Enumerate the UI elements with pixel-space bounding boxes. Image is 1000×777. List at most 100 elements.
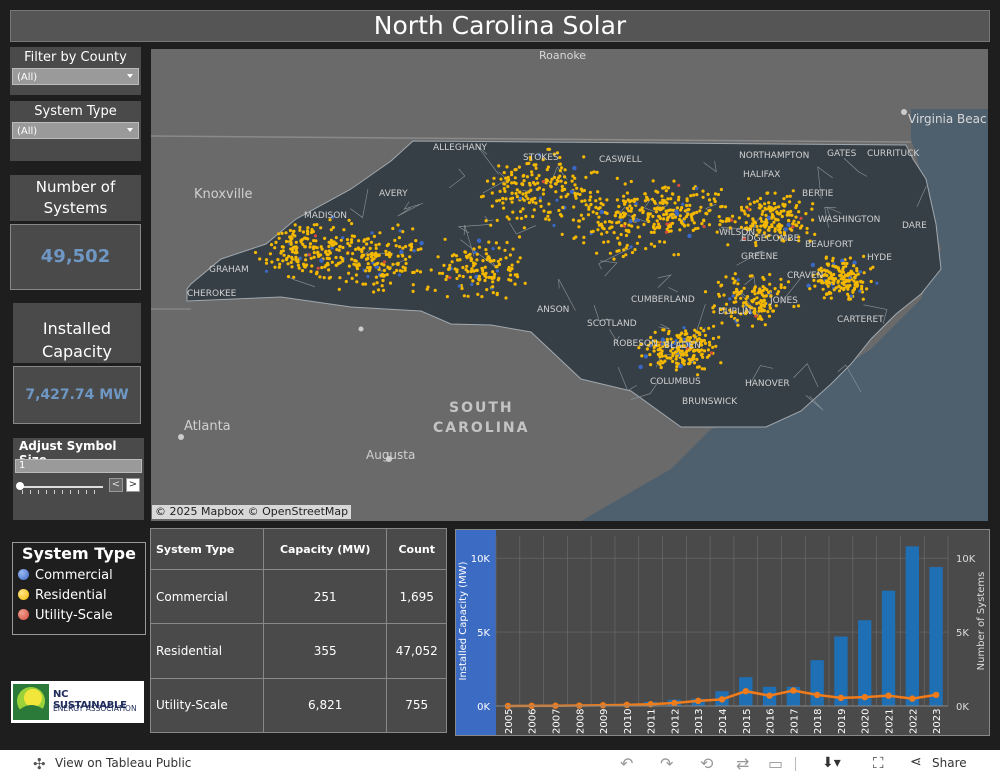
county-label: MADISON [304,211,348,221]
capacity-kpi-label-line1: Installed [42,319,112,338]
share-icon[interactable]: ⋖ [910,754,922,770]
solar-point [709,351,714,355]
solar-point [847,273,851,277]
symbol-size-slider-handle[interactable] [16,482,24,490]
solar-point [541,188,546,192]
map-canvas[interactable] [151,49,988,521]
solar-point [720,283,724,287]
solar-point [492,258,496,263]
solar-point [506,175,510,179]
symbol-size-slider-track[interactable] [19,486,103,488]
systems-kpi-label: Number of Systems [10,175,141,221]
slider-decrement-button[interactable]: < [109,478,123,492]
solar-point [560,232,564,236]
x-tick-label: 2015 [742,709,753,734]
solar-point [392,271,396,275]
solar-point [369,240,374,244]
county-select[interactable]: (All) [12,68,139,85]
slider-increment-button[interactable]: > [126,478,140,492]
solar-point [401,246,405,250]
solar-point [599,201,603,205]
solar-point [862,271,866,275]
solar-point [697,365,701,369]
solar-point [518,196,522,200]
solar-point [838,274,842,278]
solar-point [662,240,667,244]
download-icon[interactable]: ⬇▾ [822,755,841,771]
capacity-kpi-label-line2: Capacity [42,342,112,361]
solar-point [396,223,400,227]
solar-point [563,175,567,179]
solar-point [573,183,577,187]
refresh-icon[interactable]: ⇄ [736,750,749,777]
solar-point [678,228,682,232]
solar-point [724,219,728,223]
undo-icon[interactable]: ↶ [620,750,633,777]
legend-item-residential[interactable]: Residential [13,586,145,606]
solar-point [322,276,326,280]
solar-point [776,211,780,215]
solar-point [471,279,475,283]
capacity-chart[interactable]: 0K 5K 10K 0K 5K 10K Installed Capacity (MW) Num… [455,529,990,736]
solar-point [399,249,404,255]
map-label-augusta: Augusta [366,448,416,462]
solar-point [624,246,628,250]
solar-point [836,279,841,283]
solar-point [589,195,593,199]
solar-point [842,275,846,279]
solar-point [467,253,471,257]
solar-point [319,245,323,249]
solar-point [797,200,801,204]
solar-point [329,228,333,232]
solar-point [505,240,509,245]
solar-point [713,192,718,196]
solar-point [294,248,298,252]
solar-point [468,275,473,279]
solar-point [602,240,606,244]
legend-item-commercial[interactable]: Commercial [13,566,145,586]
solar-point [553,182,558,186]
solar-point [785,194,789,199]
solar-point [766,207,771,211]
redo-icon[interactable]: ↷ [660,750,673,777]
solar-point [465,264,469,268]
solar-point [564,194,568,198]
solar-point [719,205,723,209]
solar-map[interactable]: Roanoke Virginia Beac Knoxville Atlanta … [151,49,988,521]
fullscreen-icon[interactable]: ⛶ [873,754,884,772]
solar-point [374,275,378,279]
map-attribution[interactable]: © 2025 Mapbox © OpenStreetMap [152,505,352,519]
county-label: ANSON [537,305,570,315]
solar-point [871,265,875,269]
solar-point [810,207,814,211]
solar-point [286,262,290,266]
solar-point [827,276,831,281]
solar-point [824,256,828,260]
solar-point [781,202,785,206]
table-row[interactable]: Commercial 251 1,695 [150,568,447,625]
solar-point [832,279,836,283]
solar-point [411,283,415,287]
solar-point [501,196,505,201]
solar-point [829,291,833,295]
solar-point [671,221,675,225]
solar-point [484,248,488,252]
solar-point [495,293,499,297]
view-on-tableau-link[interactable]: View on Tableau Public [55,756,191,770]
symbol-size-input[interactable]: 1 [15,459,142,473]
chart-canvas[interactable]: 0K5K10K0K5K10KInstalled Capacity (MW) Num… [456,530,989,735]
table-row[interactable]: Residential 355 47,052 [150,623,447,679]
solar-point [300,269,305,273]
ncsea-logo[interactable]: NC SUSTAINABLE ENERGY ASSOCIATION [11,681,144,723]
county-label: COLUMBUS [650,377,701,387]
share-label[interactable]: Share [932,756,967,770]
solar-point [515,216,519,220]
table-row[interactable]: Utility-Scale 6,821 755 [150,677,447,734]
legend-item-utility-scale[interactable]: Utility-Scale [13,606,145,626]
system-type-select[interactable]: (All) [12,122,139,139]
solar-point [773,191,777,195]
solar-point [384,249,388,253]
solar-point [776,290,781,294]
pause-icon[interactable]: ▭ [768,750,783,777]
revert-icon[interactable]: ⟲ [700,750,713,777]
